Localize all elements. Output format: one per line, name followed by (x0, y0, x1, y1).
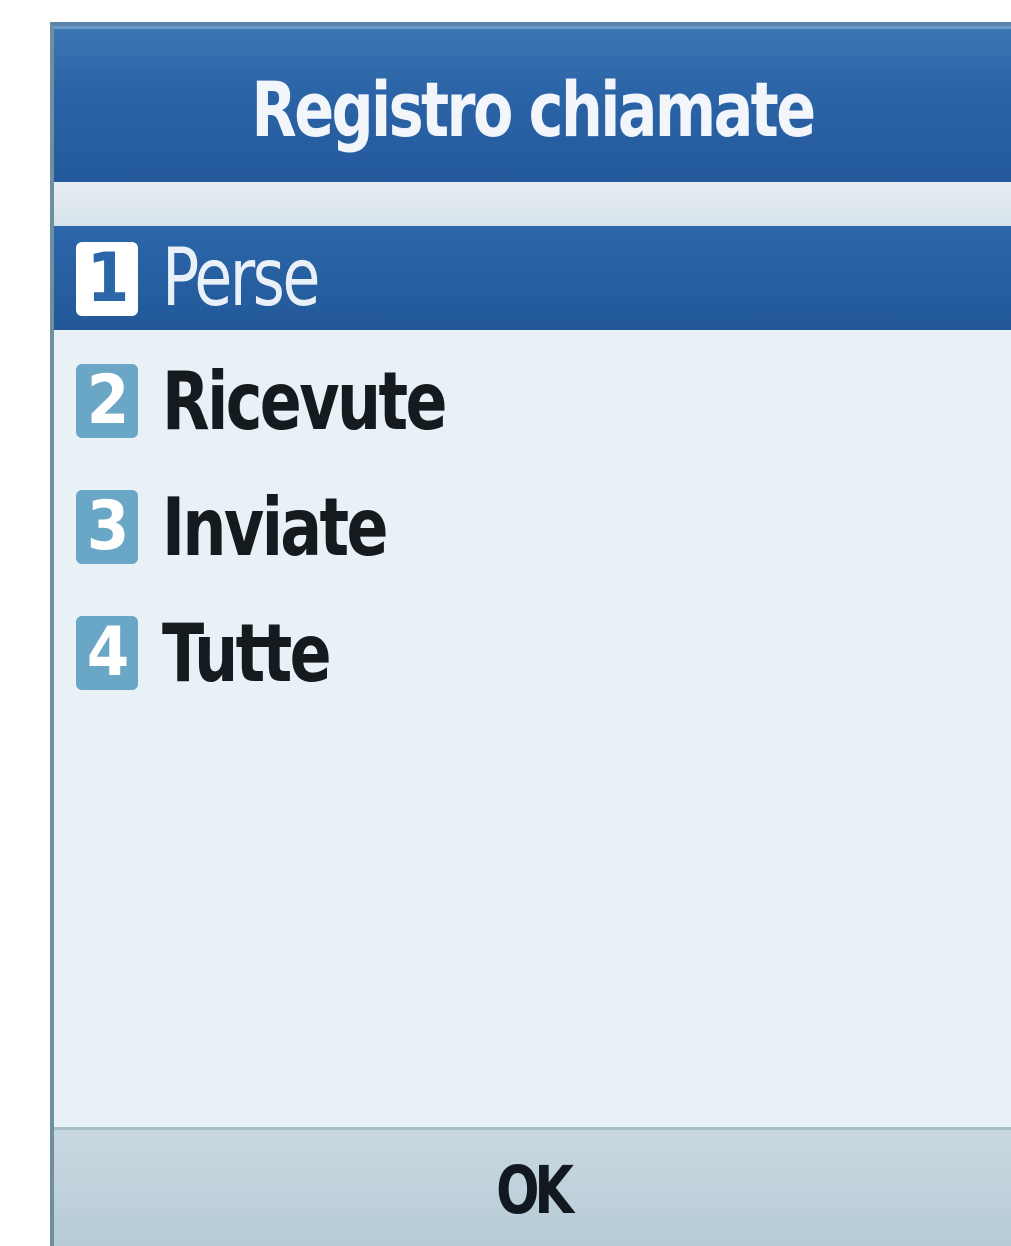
menu-item-label: Perse (162, 231, 320, 324)
menu-item-tutte[interactable]: 4 Tutte (54, 582, 1011, 708)
menu-item-label: Inviate (162, 481, 389, 574)
ok-softkey[interactable]: OK (121, 1156, 944, 1226)
number-badge-4: 4 (76, 616, 138, 690)
number-badge-1: 1 (76, 242, 138, 316)
menu-list: 1 Perse 2 Ricevute 3 Inviate 4 Tutte (54, 226, 1011, 708)
title-bar: Registro chiamate (54, 26, 1011, 182)
menu-item-inviate[interactable]: 3 Inviate (54, 456, 1011, 582)
header-separator (54, 182, 1011, 226)
menu-item-label: Ricevute (162, 355, 447, 448)
number-badge-3: 3 (76, 490, 138, 564)
call-log-screen: Registro chiamate 1 Perse 2 Ricevute 3 I… (50, 22, 1011, 1246)
screen-title: Registro chiamate (251, 65, 816, 154)
number-badge-2: 2 (76, 364, 138, 438)
menu-item-ricevute[interactable]: 2 Ricevute (54, 330, 1011, 456)
menu-item-label: Tutte (162, 607, 332, 700)
menu-item-perse[interactable]: 1 Perse (54, 226, 1011, 330)
softkey-bar: OK (54, 1127, 1011, 1246)
